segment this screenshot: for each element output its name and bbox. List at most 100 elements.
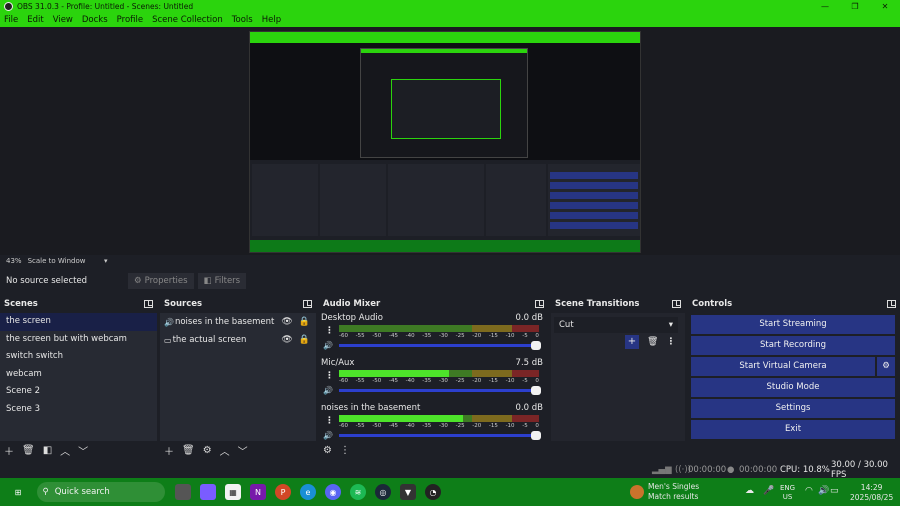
- source-item[interactable]: ▭ the actual screen 👁 🔒: [160, 331, 316, 349]
- menu-scene-collection[interactable]: Scene Collection: [152, 15, 223, 25]
- volume-icon[interactable]: 🔊: [323, 386, 333, 395]
- meter-tick-label: 0: [535, 333, 539, 339]
- powerpoint-icon[interactable]: P: [275, 484, 291, 500]
- mic-icon[interactable]: 🎤: [763, 486, 774, 496]
- studio-mode-button[interactable]: Studio Mode: [691, 378, 895, 397]
- scene-item[interactable]: webcam: [0, 366, 157, 384]
- sources-title: Sources: [164, 299, 203, 309]
- menu-tools[interactable]: Tools: [232, 15, 253, 25]
- controls-dock: Controls Start Streaming Start Recording…: [688, 297, 900, 459]
- app-icon[interactable]: ▼: [400, 484, 416, 500]
- scene-item[interactable]: the screen: [0, 313, 157, 331]
- undock-icon[interactable]: [672, 300, 681, 308]
- window-title: OBS 31.0.3 - Profile: Untitled - Scenes:…: [17, 2, 194, 11]
- add-scene-icon[interactable]: ＋: [4, 443, 14, 458]
- sources-dock: Sources 🔊 noises in the basement 👁 🔒 ▭ t…: [160, 297, 316, 459]
- start-virtual-camera-button[interactable]: Start Virtual Camera: [691, 357, 875, 376]
- scenes-title: Scenes: [4, 299, 38, 309]
- menu-edit[interactable]: Edit: [27, 15, 43, 25]
- sources-list: 🔊 noises in the basement 👁 🔒 ▭ the actua…: [160, 313, 316, 441]
- undock-icon[interactable]: [887, 300, 896, 308]
- filters-button[interactable]: ◧ Filters: [197, 273, 247, 289]
- start-recording-button[interactable]: Start Recording: [691, 336, 895, 355]
- scene-item[interactable]: the screen but with webcam: [0, 331, 157, 349]
- mixer-menu-icon[interactable]: ⋮: [340, 445, 350, 456]
- volume-slider[interactable]: [339, 341, 541, 350]
- channel-menu-icon[interactable]: ⋮: [325, 371, 334, 381]
- undock-icon[interactable]: [144, 300, 153, 308]
- preview-canvas[interactable]: [249, 31, 641, 253]
- trash-icon[interactable]: 🗑: [22, 445, 35, 456]
- trash-icon[interactable]: 🗑: [647, 337, 658, 347]
- lock-icon[interactable]: 🔒: [299, 317, 310, 327]
- exit-button[interactable]: Exit: [691, 420, 895, 439]
- taskbar-search[interactable]: ⚲ Quick search: [36, 482, 165, 502]
- volume-icon[interactable]: 🔊: [323, 341, 333, 350]
- start-streaming-button[interactable]: Start Streaming: [691, 315, 895, 334]
- scene-item[interactable]: Scene 3: [0, 401, 157, 419]
- gear-icon[interactable]: ⚙: [203, 445, 212, 456]
- speaker-icon[interactable]: 🔊: [818, 486, 829, 496]
- windows-start-icon[interactable]: ⊞: [10, 484, 26, 500]
- news-widget[interactable]: Men's Singles Match results: [630, 482, 699, 502]
- move-up-icon[interactable]: ︿: [60, 443, 70, 458]
- volume-slider[interactable]: [339, 386, 541, 395]
- edge-icon[interactable]: e: [300, 484, 316, 500]
- source-item[interactable]: 🔊 noises in the basement 👁 🔒: [160, 313, 316, 331]
- battery-icon[interactable]: ▭: [830, 486, 839, 496]
- menu-docks[interactable]: Docks: [82, 15, 108, 25]
- channel-menu-icon[interactable]: ⋮: [325, 416, 334, 426]
- transition-menu-icon[interactable]: ⋮: [666, 337, 675, 347]
- close-button[interactable]: ✕: [870, 0, 900, 13]
- meter-tick-label: -30: [438, 333, 448, 339]
- menu-file[interactable]: File: [4, 15, 18, 25]
- scene-filter-icon[interactable]: ◧: [43, 445, 52, 456]
- cloud-icon[interactable]: ☁: [745, 486, 754, 496]
- trash-icon[interactable]: 🗑: [182, 445, 195, 456]
- slider-handle[interactable]: [531, 386, 541, 395]
- channel-menu-icon[interactable]: ⋮: [325, 326, 334, 336]
- menu-view[interactable]: View: [53, 15, 73, 25]
- volume-slider[interactable]: [339, 431, 541, 440]
- menu-profile[interactable]: Profile: [117, 15, 143, 25]
- task-view-icon[interactable]: [175, 484, 191, 500]
- steam-icon[interactable]: ◎: [375, 484, 391, 500]
- undock-icon[interactable]: [535, 300, 544, 308]
- scene-item[interactable]: switch switch: [0, 348, 157, 366]
- move-down-icon[interactable]: ﹀: [238, 443, 248, 458]
- add-source-icon[interactable]: ＋: [164, 443, 174, 458]
- store-icon[interactable]: ▦: [225, 484, 241, 500]
- menu-help[interactable]: Help: [262, 15, 281, 25]
- obs-taskbar-icon[interactable]: ◔: [425, 484, 441, 500]
- eye-icon[interactable]: 👁: [281, 335, 292, 345]
- discord-icon[interactable]: ◉: [325, 484, 341, 500]
- meter-tick-label: -5: [522, 378, 528, 384]
- maximize-button[interactable]: ❐: [840, 0, 870, 13]
- level-meter: [339, 325, 539, 332]
- virtual-camera-settings-button[interactable]: ⚙: [877, 357, 895, 376]
- spotify-icon[interactable]: ≋: [350, 484, 366, 500]
- transition-select[interactable]: Cut ▾: [554, 317, 678, 333]
- volume-icon[interactable]: 🔊: [323, 431, 333, 440]
- slider-handle[interactable]: [531, 341, 541, 350]
- move-up-icon[interactable]: ︿: [220, 443, 230, 458]
- settings-button[interactable]: Settings: [691, 399, 895, 418]
- lock-icon[interactable]: 🔒: [299, 335, 310, 345]
- move-down-icon[interactable]: ﹀: [78, 443, 88, 458]
- language-indicator[interactable]: ENG US: [780, 484, 795, 502]
- minimize-button[interactable]: —: [810, 0, 840, 13]
- scale-mode-select[interactable]: Scale to Window ▾: [28, 257, 108, 265]
- eye-icon[interactable]: 👁: [281, 317, 292, 327]
- clock[interactable]: 14:29 2025/08/25: [850, 483, 893, 503]
- slider-handle[interactable]: [531, 431, 541, 440]
- wifi-icon[interactable]: ◠: [805, 486, 813, 496]
- scene-item[interactable]: Scene 2: [0, 383, 157, 401]
- mixer-settings-icon[interactable]: ⚙: [323, 445, 332, 456]
- add-transition-icon[interactable]: +: [625, 335, 639, 349]
- stream-time: 00:00:00: [688, 464, 727, 475]
- copilot-icon[interactable]: [200, 484, 216, 500]
- onenote-icon[interactable]: N: [250, 484, 266, 500]
- undock-icon[interactable]: [303, 300, 312, 308]
- properties-button[interactable]: ⚙ Properties: [128, 273, 194, 289]
- meter-tick-label: -30: [438, 423, 448, 429]
